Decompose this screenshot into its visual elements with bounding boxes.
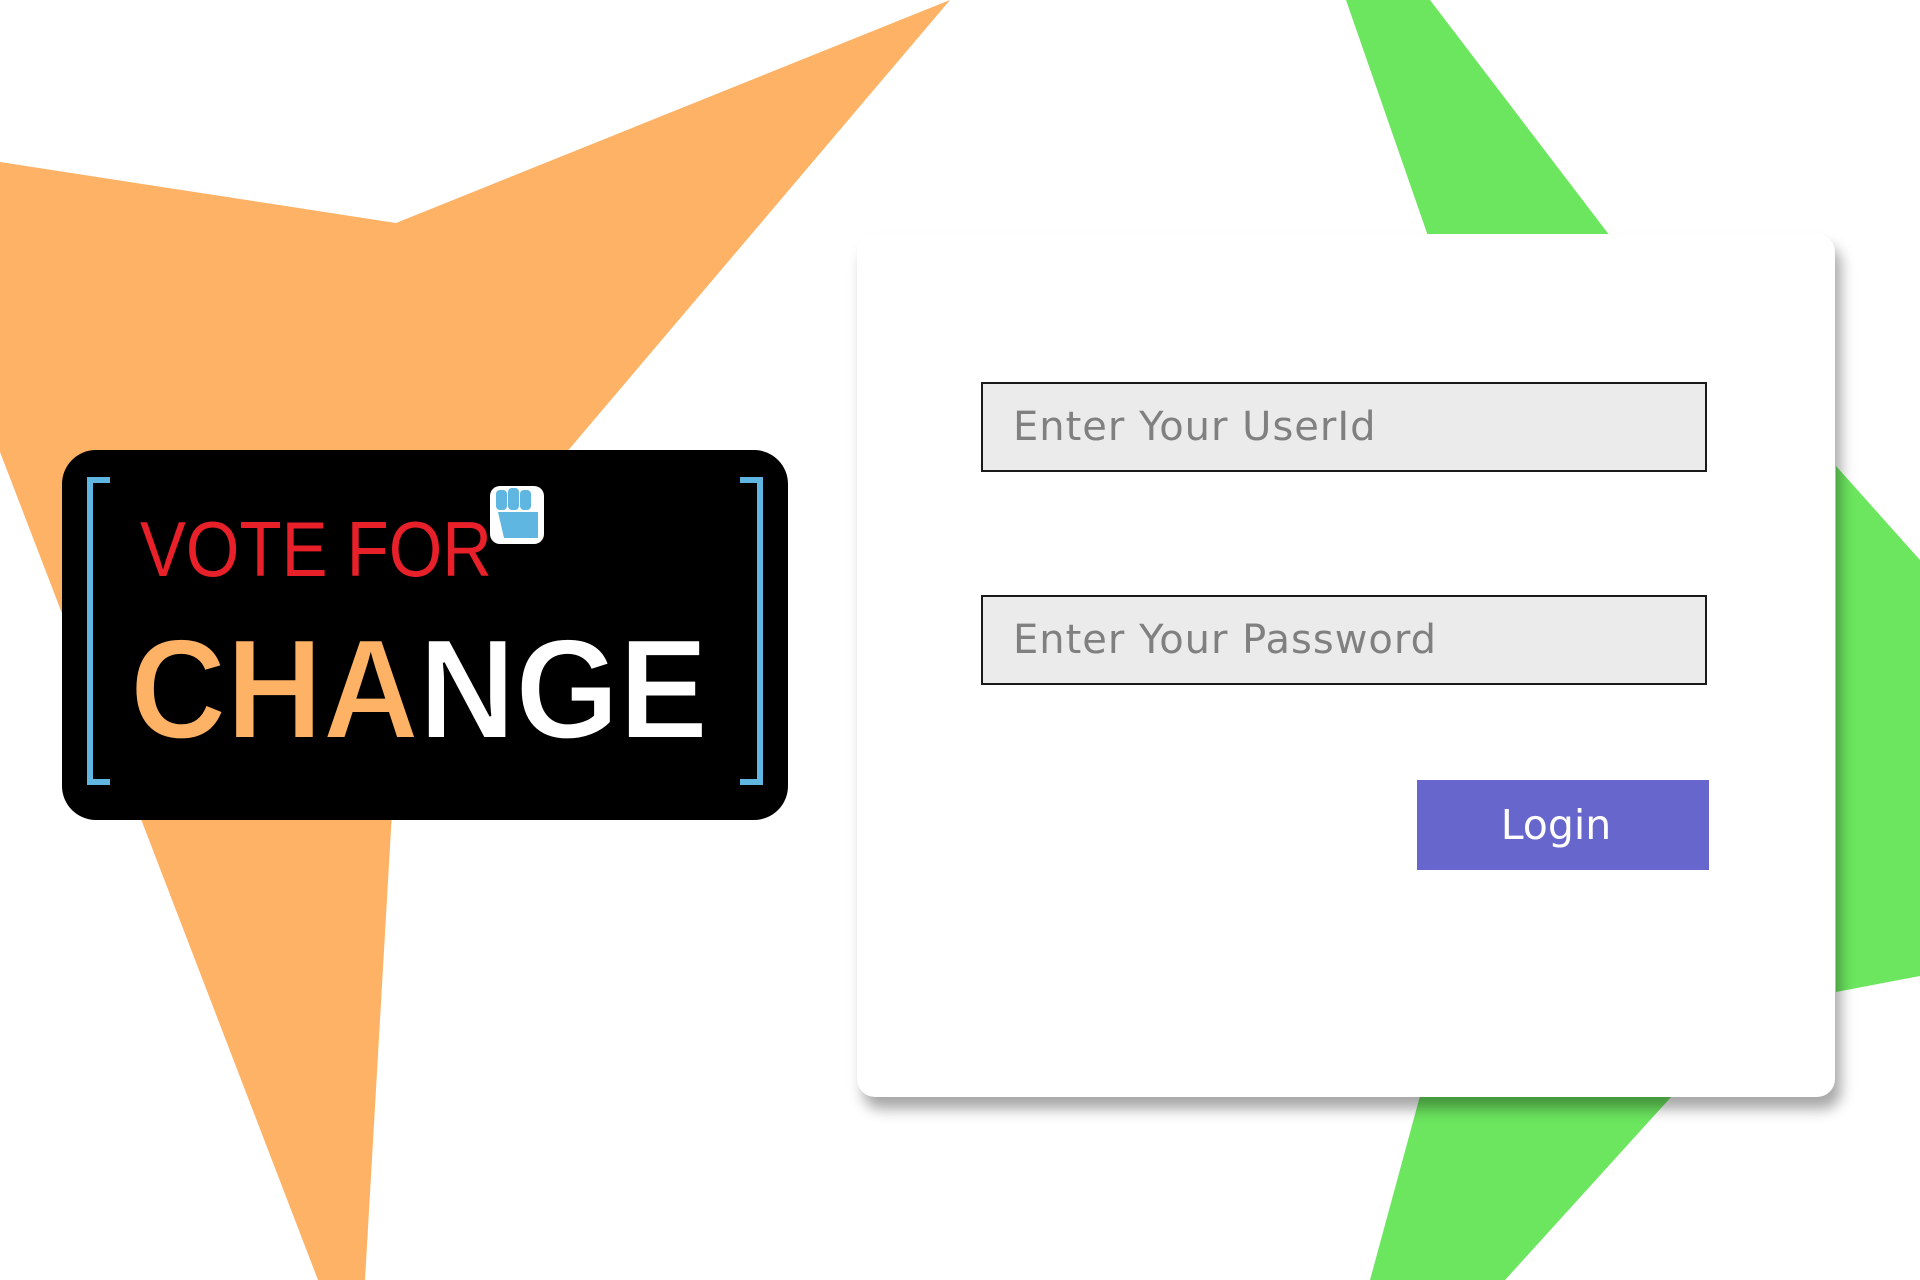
raised-fist-icon [490, 486, 544, 544]
userid-input[interactable] [981, 382, 1707, 472]
vote-for-change-logo: VOTE FOR CHANGE [62, 450, 788, 820]
green-shape-top [1346, 0, 1610, 236]
login-button[interactable]: Login [1417, 780, 1709, 870]
green-shape-bottom [1370, 1096, 1672, 1280]
login-page: VOTE FOR CHANGE Login [0, 0, 1920, 1280]
password-input[interactable] [981, 595, 1707, 685]
logo-line1: VOTE FOR [140, 505, 492, 593]
logo-line2: CHANGE [130, 610, 708, 769]
green-shape-right [1836, 466, 1920, 992]
login-card: Login [857, 234, 1835, 1097]
logo-line2-white: NGE [419, 610, 708, 769]
logo-line2-orange: CHA [130, 610, 419, 769]
